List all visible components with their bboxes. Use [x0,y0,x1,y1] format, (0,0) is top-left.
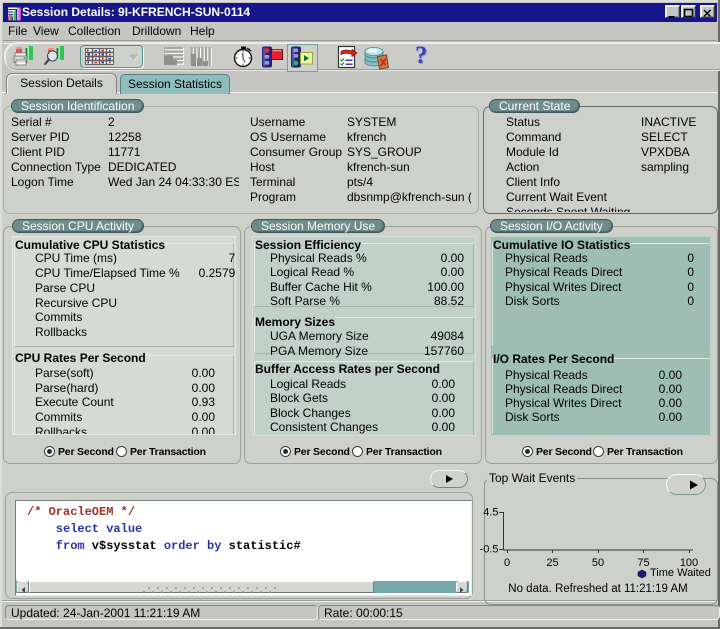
svg-text:4.5: 4.5 [483,507,498,519]
svg-text:-0.5: -0.5 [480,544,499,556]
